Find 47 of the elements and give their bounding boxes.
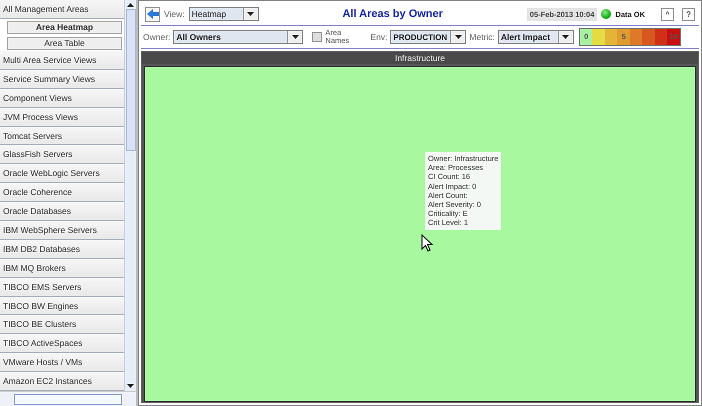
caret-icon <box>454 35 462 39</box>
toolbar-button[interactable]: ? <box>682 8 695 20</box>
env-label: Env: <box>370 32 388 42</box>
caret-icon <box>562 35 570 39</box>
sidebar-item[interactable]: Oracle Coherence <box>0 183 124 202</box>
sidebar-item[interactable]: Oracle Databases <box>0 202 124 221</box>
sidebar-item[interactable]: Service Summary Views <box>0 70 124 89</box>
sidebar-subitem[interactable]: Area Table <box>7 36 122 50</box>
sidebar-header[interactable]: All Management Areas <box>0 0 124 19</box>
vertical-scrollbar[interactable] <box>124 0 136 391</box>
page-title: All Areas by Owner <box>341 8 444 20</box>
scroll-up-icon[interactable] <box>127 3 134 7</box>
sidebar-item[interactable]: VMware Hosts / VMs <box>0 353 124 372</box>
caret-icon <box>292 35 299 39</box>
view-label: View: <box>164 9 185 19</box>
heatmap-cell[interactable] <box>144 66 696 402</box>
sidebar-item[interactable]: Amazon EC2 Instances <box>0 372 124 391</box>
sidebar-item[interactable]: TIBCO EMS Servers <box>0 278 124 297</box>
sidebar-item[interactable]: IBM DB2 Databases <box>0 240 124 259</box>
toolbar-button[interactable]: ^ <box>661 8 674 20</box>
back-button[interactable] <box>145 6 160 22</box>
sidebar-item[interactable]: Oracle WebLogic Servers <box>0 164 124 184</box>
sidebar-item[interactable]: GlassFish Servers <box>0 145 124 164</box>
metric-label: Metric: <box>469 32 495 42</box>
area-names-checkbox[interactable] <box>312 32 322 42</box>
owner-dropdown[interactable]: All Owners <box>173 30 304 44</box>
horizontal-scrollbar[interactable] <box>0 391 136 406</box>
scroll-down-icon[interactable] <box>127 384 134 388</box>
owner-label: Owner: <box>143 32 170 42</box>
sidebar-item[interactable]: TIBCO BW Engines <box>0 296 124 316</box>
view-dropdown[interactable]: Heatmap <box>188 7 259 21</box>
sidebar-item[interactable]: TIBCO BE Clusters <box>0 315 124 334</box>
sidebar-item[interactable]: Tomcat Servers <box>0 126 124 146</box>
sidebar-subitem[interactable]: Area Heatmap <box>7 20 122 34</box>
heatmap-title: Infrastructure <box>142 52 698 64</box>
mouse-pointer-icon <box>421 234 433 252</box>
env-dropdown[interactable]: PRODUCTION <box>390 30 466 44</box>
caret-icon <box>247 12 254 16</box>
sidebar-item[interactable]: IBM MQ Brokers <box>0 258 124 278</box>
left-arrow-icon <box>146 9 158 19</box>
sidebar-item[interactable]: Multi Area Service Views <box>0 50 124 70</box>
sidebar-item[interactable]: Component Views <box>0 88 124 108</box>
sidebar-item[interactable]: IBM WebSphere Servers <box>0 220 124 240</box>
sidebar-item[interactable]: TIBCO ActiveSpaces <box>0 334 124 354</box>
sidebar-item[interactable]: JVM Process Views <box>0 108 124 127</box>
metric-dropdown[interactable]: Alert Impact <box>498 30 574 44</box>
status-icon <box>601 9 612 19</box>
